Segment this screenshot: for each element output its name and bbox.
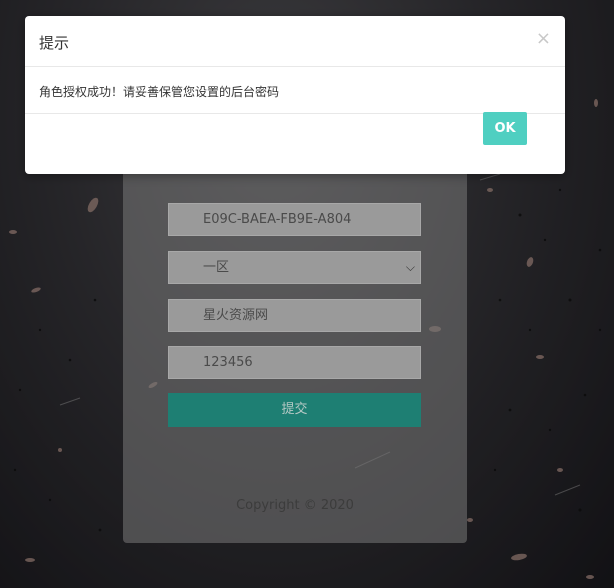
alert-dialog: 提示 × 角色授权成功！请妥善保管您设置的后台密码 [25,16,565,174]
dialog-header: 提示 × [25,16,565,67]
ok-button[interactable]: OK [483,112,527,145]
dialog-body: 角色授权成功！请妥善保管您设置的后台密码 [25,67,565,114]
dialog-title: 提示 [39,34,70,52]
dialog-message: 角色授权成功！请妥善保管您设置的后台密码 [39,85,280,99]
server-select-value: 一区 [203,260,230,275]
chevron-down-icon: ⌵ [405,260,415,274]
server-select[interactable]: 一区 ⌵ [168,251,421,284]
password-input[interactable]: 123456 [168,346,421,379]
copyright-text: Copyright © 2020 [236,498,354,513]
role-name-input[interactable]: 星火资源网 [168,299,421,332]
activation-code-input[interactable]: E09C-BAEA-FB9E-A804 [168,203,421,236]
close-icon[interactable]: × [536,28,551,49]
submit-button[interactable]: 提交 [168,393,421,427]
